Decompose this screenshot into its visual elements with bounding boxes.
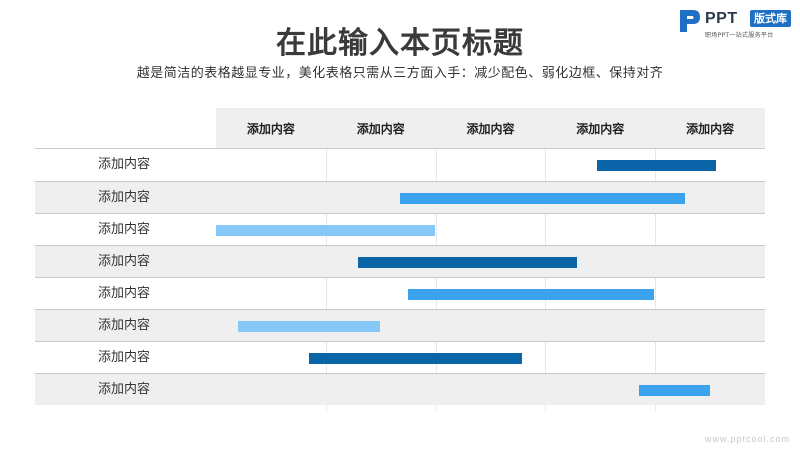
- table-row: 添加内容: [35, 245, 765, 277]
- logo-tagline: 职场PPT一站式服务平台: [705, 32, 774, 39]
- task-bar: [216, 224, 435, 236]
- table-row: 添加内容: [35, 277, 765, 309]
- column-header: 添加内容: [246, 122, 295, 136]
- row-label: 添加内容: [98, 286, 151, 301]
- row-label: 添加内容: [98, 222, 151, 237]
- column-header: 添加内容: [576, 122, 625, 136]
- page-subtitle: 越是简洁的表格越显专业，美化表格只需从三方面入手：减少配色、弱化边框、保持对齐: [136, 66, 664, 81]
- logo-p-icon: [680, 10, 700, 32]
- table-row: 添加内容: [35, 341, 765, 373]
- row-label: 添加内容: [98, 157, 151, 172]
- row-label: 添加内容: [98, 350, 151, 365]
- task-bar: [400, 192, 685, 204]
- task-bar: [357, 256, 578, 268]
- brand-logo[interactable]: PPT 版式库 职场PPT一站式服务平台: [678, 8, 796, 42]
- row-label: 添加内容: [98, 318, 151, 333]
- table-row: 添加内容: [35, 213, 765, 245]
- task-bar: [638, 384, 711, 396]
- row-label: 添加内容: [98, 190, 151, 205]
- table-row: 添加内容: [35, 309, 765, 341]
- column-header: 添加内容: [356, 122, 405, 136]
- gantt-header-row: 添加内容 添加内容 添加内容 添加内容 添加内容: [35, 108, 765, 148]
- row-label: 添加内容: [98, 382, 151, 397]
- logo-text: PPT: [705, 10, 738, 27]
- gantt-chart: 添加内容 添加内容 添加内容 添加内容 添加内容 添加内容 添加内容 添加内容 添加内容 添加内…: [35, 108, 765, 411]
- task-bar: [237, 320, 380, 332]
- logo-badge: 版式库: [750, 10, 791, 27]
- task-bar: [408, 288, 655, 300]
- column-header: 添加内容: [466, 122, 515, 136]
- footer-watermark: www.pptcool.com: [704, 434, 790, 444]
- column-header: 添加内容: [686, 122, 735, 136]
- table-row: 添加内容: [35, 373, 765, 405]
- task-bar: [597, 159, 716, 171]
- task-bar: [309, 352, 523, 364]
- row-label: 添加内容: [98, 254, 151, 269]
- table-row: 添加内容: [35, 148, 765, 180]
- table-row: 添加内容: [35, 181, 765, 213]
